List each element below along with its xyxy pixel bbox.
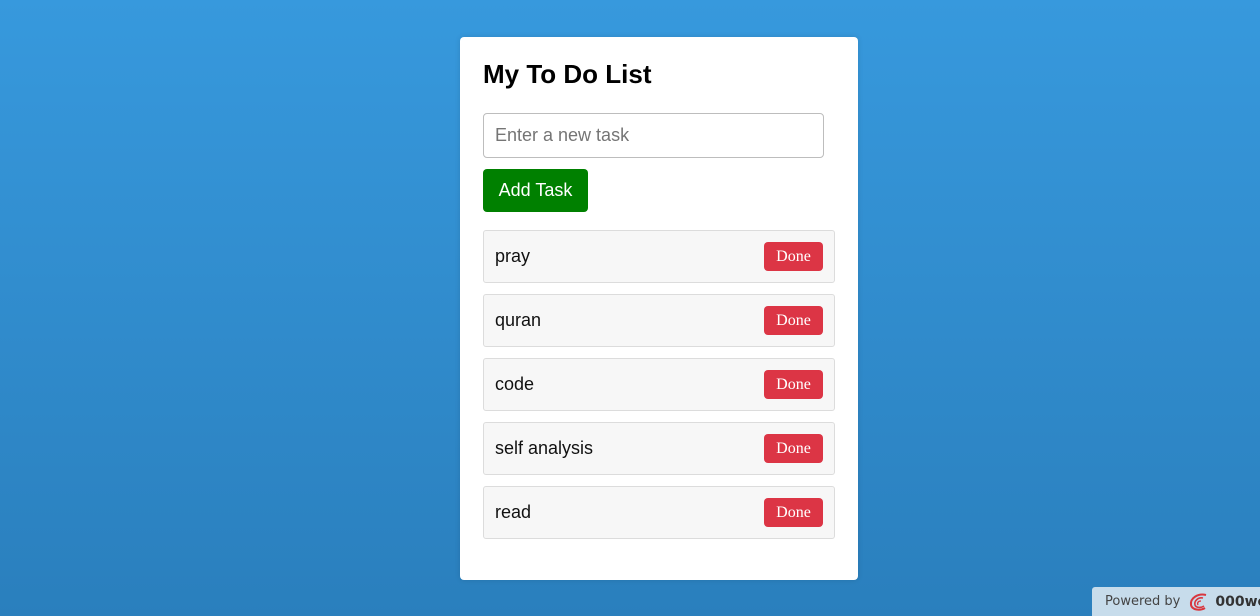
task-text: read xyxy=(495,502,532,522)
task-item: quran Done xyxy=(483,294,835,347)
powered-by-label: Powered by xyxy=(1105,594,1181,609)
task-text: pray xyxy=(495,246,531,266)
brand-name: 000we xyxy=(1215,593,1260,610)
done-button[interactable]: Done xyxy=(764,434,823,463)
new-task-input[interactable] xyxy=(483,113,824,158)
todo-card: My To Do List Add Task pray Done quran D… xyxy=(460,37,858,580)
swirl-logo-icon xyxy=(1186,592,1212,612)
powered-by-badge[interactable]: Powered by 000we xyxy=(1092,587,1260,616)
task-item: pray Done xyxy=(483,230,835,283)
add-task-button[interactable]: Add Task xyxy=(483,169,588,212)
done-button[interactable]: Done xyxy=(764,370,823,399)
done-button[interactable]: Done xyxy=(764,306,823,335)
page-title: My To Do List xyxy=(483,59,652,89)
task-list: pray Done quran Done code Done self anal… xyxy=(483,230,835,550)
task-item: read Done xyxy=(483,486,835,539)
task-item: code Done xyxy=(483,358,835,411)
task-text: self analysis xyxy=(495,438,594,458)
done-button[interactable]: Done xyxy=(764,498,823,527)
done-button[interactable]: Done xyxy=(764,242,823,271)
task-text: quran xyxy=(495,310,542,330)
task-item: self analysis Done xyxy=(483,422,835,475)
task-text: code xyxy=(495,374,535,394)
